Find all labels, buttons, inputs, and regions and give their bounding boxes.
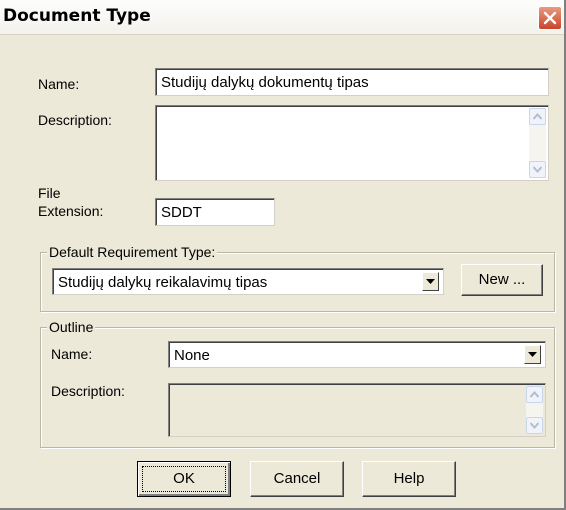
outline-name-selected: None <box>174 347 210 364</box>
close-icon <box>543 11 557 25</box>
outline-description-label: Description: <box>51 383 125 399</box>
scroll-up-arrow-icon <box>530 391 539 398</box>
outline-name-select[interactable]: None <box>168 341 546 368</box>
scroll-up-arrow-icon <box>533 113 542 120</box>
file-extension-label-line2: Extension: <box>38 203 104 219</box>
chevron-down-icon <box>528 352 537 357</box>
default-requirement-select[interactable]: Studijų dalykų reikalavimų tipas <box>52 268 444 295</box>
name-input[interactable]: Studijų dalykų dokumentų tipas <box>155 68 549 96</box>
help-button[interactable]: Help <box>362 461 456 497</box>
default-requirement-legend: Default Requirement Type: <box>47 244 218 260</box>
name-input-value: Studijų dalykų dokumentų tipas <box>161 74 369 91</box>
file-extension-label-line1: File <box>38 185 61 201</box>
outline-scroll-up-button[interactable] <box>526 386 543 403</box>
default-requirement-selected: Studijų dalykų reikalavimų tipas <box>58 274 268 291</box>
cancel-button-label: Cancel <box>273 470 321 487</box>
name-label: Name: <box>38 76 80 92</box>
chevron-down-icon <box>426 279 435 284</box>
file-extension-value: SDDT <box>161 204 202 221</box>
description-textarea[interactable] <box>155 105 549 181</box>
help-button-label: Help <box>393 470 425 487</box>
outline-description-scrollbar[interactable] <box>526 386 543 434</box>
outline-description-textarea[interactable] <box>168 383 546 437</box>
close-button[interactable] <box>538 6 562 30</box>
outline-name-label: Name: <box>51 346 93 362</box>
outline-name-dropdown-button[interactable] <box>524 345 541 364</box>
description-label: Description: <box>38 112 112 128</box>
description-scrollbar[interactable] <box>529 108 546 178</box>
scroll-down-button[interactable] <box>529 161 546 178</box>
new-button-label: New ... <box>478 271 526 288</box>
outline-legend: Outline <box>47 319 96 335</box>
ok-button[interactable]: OK <box>137 461 231 497</box>
title-bar[interactable]: Document Type <box>0 0 564 35</box>
ok-button-label: OK <box>173 470 195 487</box>
file-extension-input[interactable]: SDDT <box>155 198 275 226</box>
new-requirement-type-button[interactable]: New ... <box>461 264 543 296</box>
cancel-button[interactable]: Cancel <box>250 461 344 497</box>
default-requirement-dropdown-button[interactable] <box>422 272 439 291</box>
outline-scroll-down-button[interactable] <box>526 417 543 434</box>
scroll-up-button[interactable] <box>529 108 546 125</box>
document-type-dialog: Document Type Name: Studijų dalykų dokum… <box>0 0 566 510</box>
dialog-title: Document Type <box>3 6 151 26</box>
scroll-down-arrow-icon <box>533 166 542 173</box>
scroll-down-arrow-icon <box>530 422 539 429</box>
